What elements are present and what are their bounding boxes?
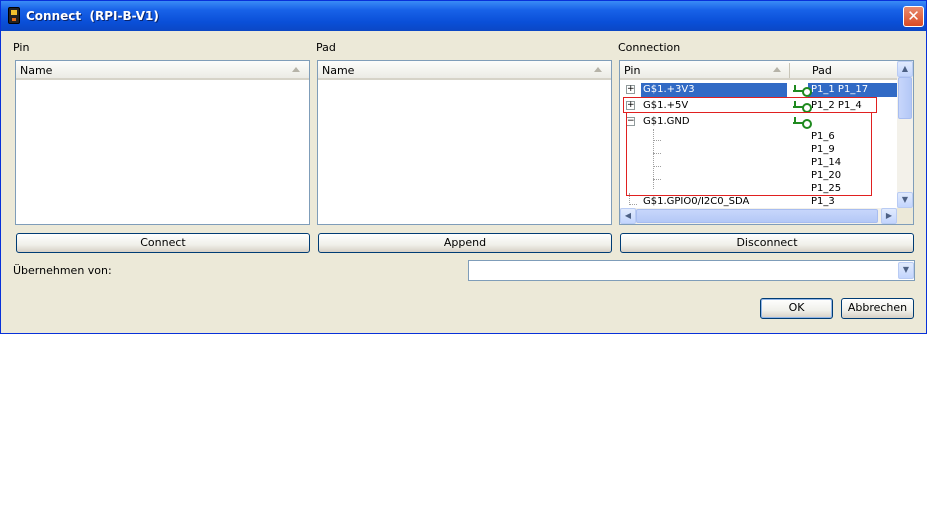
pin-name-column-header[interactable]: Name — [16, 61, 309, 80]
pad-name-column-label: Name — [322, 64, 355, 77]
cancel-button[interactable]: Abbrechen — [841, 298, 914, 319]
tree-row-pin[interactable]: G$1.GPIO0/I2C0_SDA — [643, 195, 749, 209]
connection-pin-column-header[interactable]: Pin — [624, 64, 640, 77]
vertical-scrollbar[interactable]: ▲ ▼ — [897, 61, 913, 208]
highlight-box — [623, 97, 877, 113]
uebernehmen-label: Übernehmen von: — [13, 264, 112, 277]
title-bar[interactable]: Connect (RPI-B-V1) ✕ — [1, 1, 926, 31]
append-button[interactable]: Append — [318, 233, 612, 253]
scroll-right-icon[interactable]: ▶ — [881, 208, 897, 224]
scroll-down-icon[interactable]: ▼ — [897, 192, 913, 208]
horizontal-scrollbar[interactable]: ◀ ▶ — [620, 208, 897, 224]
tree-row-pin[interactable]: G$1.+3V3 — [643, 83, 695, 97]
scroll-up-icon[interactable]: ▲ — [897, 61, 913, 77]
column-divider[interactable] — [789, 63, 790, 78]
connection-header: Pin Pad — [620, 61, 897, 80]
ok-button[interactable]: OK — [760, 298, 833, 319]
pad-list[interactable]: Name — [317, 60, 612, 225]
pad-name-column-header[interactable]: Name — [318, 61, 611, 80]
connect-button[interactable]: Connect — [16, 233, 310, 253]
uebernehmen-dropdown[interactable]: ▼ — [468, 260, 915, 281]
scrollbar-corner — [897, 208, 913, 224]
tree-row-pad[interactable]: P1_1 P1_17 — [811, 83, 868, 97]
close-button[interactable]: ✕ — [903, 6, 924, 27]
sort-ascending-icon — [594, 67, 602, 72]
connect-dialog: Connect (RPI-B-V1) ✕ Pin Name Pad Name C… — [0, 0, 927, 334]
tree-row-pad[interactable]: P1_3 — [811, 195, 835, 209]
sort-ascending-icon — [292, 67, 300, 72]
highlight-box — [626, 112, 872, 196]
pin-panel-label: Pin — [13, 41, 30, 54]
disconnect-button[interactable]: Disconnect — [620, 233, 914, 253]
connection-tree[interactable]: Pin Pad + G$1.+3V3 P1_1 P1_17 + G$1.+5V … — [619, 60, 914, 225]
chevron-down-icon[interactable]: ▼ — [898, 262, 914, 279]
pin-name-column-label: Name — [20, 64, 53, 77]
sort-ascending-icon — [773, 67, 781, 72]
scroll-left-icon[interactable]: ◀ — [620, 208, 636, 224]
horizontal-scroll-thumb[interactable] — [636, 209, 878, 223]
pad-panel-label: Pad — [316, 41, 336, 54]
expand-icon[interactable]: + — [626, 85, 635, 94]
connection-icon — [793, 85, 812, 97]
connection-pad-column-header[interactable]: Pad — [812, 64, 832, 77]
window-title: Connect (RPI-B-V1) — [26, 9, 159, 23]
pin-list[interactable]: Name — [15, 60, 310, 225]
vertical-scroll-thumb[interactable] — [898, 77, 912, 119]
eagle-app-icon — [8, 7, 20, 24]
tree-guide-line — [629, 204, 637, 205]
connection-panel-label: Connection — [618, 41, 681, 54]
